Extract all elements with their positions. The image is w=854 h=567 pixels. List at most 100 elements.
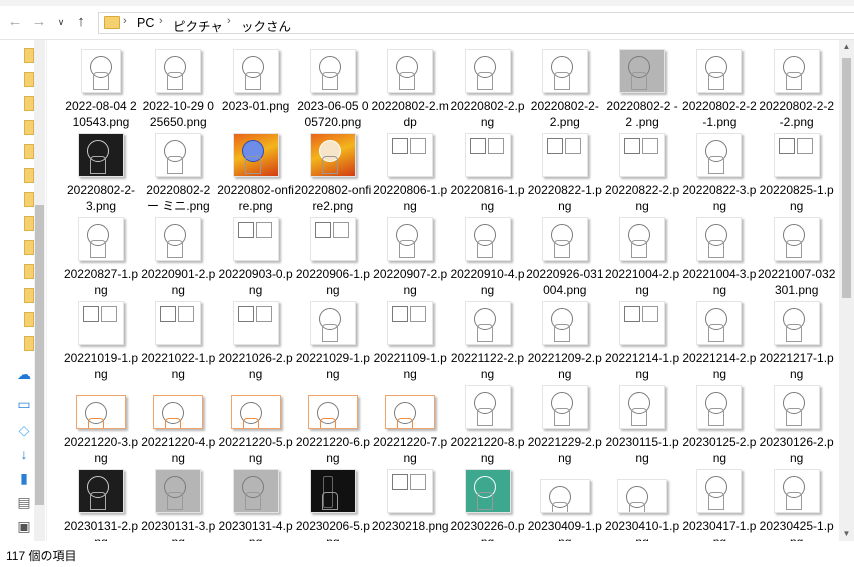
file-item[interactable]: 20221220-8.png	[449, 385, 527, 465]
file-item[interactable]: 2022-10-29 025650.png	[139, 49, 217, 129]
desktop-icon[interactable]: ▮	[16, 470, 32, 486]
file-item[interactable]: 20230425-1.png	[758, 469, 836, 541]
file-item[interactable]: 20230417-1.png	[680, 469, 758, 541]
folder-icon[interactable]	[24, 192, 34, 207]
file-item[interactable]: 20221220-6.png	[294, 385, 372, 465]
documents-icon[interactable]: ▤	[16, 494, 32, 510]
folder-icon[interactable]	[24, 264, 34, 279]
scroll-up-arrow-icon[interactable]: ▲	[839, 40, 854, 54]
file-item[interactable]: 20220822-3.png	[680, 133, 758, 213]
folder-icon[interactable]	[24, 96, 34, 111]
file-item[interactable]: 20220802-2-2-1.png	[680, 49, 758, 129]
file-item[interactable]: 20221007-032301.png	[758, 217, 836, 297]
file-item[interactable]: 20221209-2.png	[526, 301, 604, 381]
onedrive-cloud-icon[interactable]: ☁	[16, 366, 32, 382]
file-item[interactable]: 20220906-1.png	[294, 217, 372, 297]
file-item[interactable]: 20221229-2.png	[526, 385, 604, 465]
nav-scrollbar[interactable]	[34, 40, 45, 541]
file-item[interactable]: 20220802-2 ー ミニ.png	[139, 133, 217, 213]
file-item[interactable]: 20220802-onfire.png	[217, 133, 295, 213]
file-item[interactable]: 20220910-4.png	[449, 217, 527, 297]
folder-icon[interactable]	[24, 48, 34, 63]
file-item[interactable]: 20221220-3.png	[62, 385, 140, 465]
address-box[interactable]: › PC › ピクチャ › ックさん	[98, 12, 854, 34]
folder-icon[interactable]	[24, 120, 34, 135]
main-scrollbar-thumb[interactable]	[842, 58, 851, 298]
file-item[interactable]: 20220806-1.png	[371, 133, 449, 213]
file-item[interactable]: 20220901-2.png	[139, 217, 217, 297]
file-item[interactable]: 20220802-onfire2.png	[294, 133, 372, 213]
file-item[interactable]: 20230206-5.png	[294, 469, 372, 541]
file-item[interactable]: 20221122-2.png	[449, 301, 527, 381]
file-item[interactable]: 20221220-4.png	[139, 385, 217, 465]
breadcrumb-pc[interactable]: PC	[137, 16, 154, 30]
thumbnail-sketch	[410, 138, 427, 154]
folder-icon[interactable]	[24, 168, 34, 183]
folder-icon[interactable]	[24, 144, 34, 159]
file-item[interactable]: 20221220-7.png	[371, 385, 449, 465]
file-thumbnail	[309, 49, 356, 93]
file-item[interactable]: 20220802-2.mdp	[371, 49, 449, 129]
file-item[interactable]: 20221019-1.png	[62, 301, 140, 381]
file-item[interactable]: 20220926-031004.png	[526, 217, 604, 297]
downloads-icon[interactable]: ↓	[16, 446, 32, 462]
music-icon[interactable]: ▣	[16, 518, 32, 534]
back-arrow-icon[interactable]: ←	[6, 12, 24, 32]
file-item[interactable]: 20230115-1.png	[603, 385, 681, 465]
pc-monitor-icon[interactable]: ▭	[16, 396, 32, 412]
thumbnail-sketch	[796, 138, 813, 154]
file-item[interactable]: 2023-01.png	[217, 49, 295, 127]
file-item[interactable]: 20220816-1.png	[449, 133, 527, 213]
file-item[interactable]: 20220907-2.png	[371, 217, 449, 297]
3d-objects-icon[interactable]: ◇	[16, 422, 32, 438]
file-item[interactable]: 20230131-3.png	[139, 469, 217, 541]
file-item[interactable]: 20230131-4.png	[217, 469, 295, 541]
file-item[interactable]: 20220827-1.png	[62, 217, 140, 297]
chevron-down-icon[interactable]: ∨	[52, 12, 70, 32]
file-item[interactable]: 20220802-2 - 2 .png	[603, 49, 681, 129]
file-item[interactable]: 20230125-2.png	[680, 385, 758, 465]
file-item[interactable]: 20230218.png	[371, 469, 449, 541]
thumbnail-sketch	[778, 138, 795, 154]
file-item[interactable]: 20221004-3.png	[680, 217, 758, 297]
file-item[interactable]: 20221220-5.png	[217, 385, 295, 465]
file-item[interactable]: 20220822-2.png	[603, 133, 681, 213]
file-item[interactable]: 20220825-1.png	[758, 133, 836, 213]
up-arrow-icon[interactable]: ↑	[72, 12, 90, 32]
folder-icon[interactable]	[24, 336, 34, 351]
file-item[interactable]: 20221109-1.png	[371, 301, 449, 381]
file-item[interactable]: 20220903-0.png	[217, 217, 295, 297]
file-thumbnail	[696, 301, 743, 345]
folder-icon[interactable]	[24, 72, 34, 87]
nav-scrollbar-thumb[interactable]	[35, 205, 44, 505]
file-item[interactable]: 20220802-2-2-2.png	[758, 49, 836, 129]
file-item[interactable]: 20230131-2.png	[62, 469, 140, 541]
file-item[interactable]: 20220822-1.png	[526, 133, 604, 213]
main-scrollbar[interactable]: ▲ ▼	[839, 40, 854, 541]
file-item[interactable]: 2022-08-04 210543.png	[62, 49, 140, 129]
file-item[interactable]: 20230410-1.png	[603, 469, 681, 541]
file-item[interactable]: 20230126-2.png	[758, 385, 836, 465]
folder-icon[interactable]	[24, 216, 34, 231]
file-item[interactable]: 2023-06-05 005720.png	[294, 49, 372, 129]
scroll-down-arrow-icon[interactable]: ▼	[839, 527, 854, 541]
file-item[interactable]: 20230409-1.png	[526, 469, 604, 541]
address-bar-row: ← → ∨ ↑ › PC › ピクチャ › ックさん	[0, 6, 854, 40]
folder-icon[interactable]	[24, 240, 34, 255]
file-item[interactable]: 20220802-2.png	[449, 49, 527, 129]
breadcrumb-current-folder[interactable]: ックさん	[241, 16, 291, 35]
file-item[interactable]: 20221004-2.png	[603, 217, 681, 297]
folder-icon[interactable]	[24, 312, 34, 327]
file-item[interactable]: 20221026-2.png	[217, 301, 295, 381]
file-item[interactable]: 20230226-0.png	[449, 469, 527, 541]
file-item[interactable]: 20221217-1.png	[758, 301, 836, 381]
file-item[interactable]: 20220802-2-3.png	[62, 133, 140, 213]
file-item[interactable]: 20220802-2-2.png	[526, 49, 604, 129]
file-item[interactable]: 20221022-1.png	[139, 301, 217, 381]
folder-icon[interactable]	[24, 288, 34, 303]
file-item[interactable]: 20221214-1.png	[603, 301, 681, 381]
forward-arrow-icon[interactable]: →	[30, 12, 48, 32]
file-item[interactable]: 20221029-1.png	[294, 301, 372, 381]
breadcrumb-pictures[interactable]: ピクチャ	[173, 16, 223, 35]
file-item[interactable]: 20221214-2.png	[680, 301, 758, 381]
